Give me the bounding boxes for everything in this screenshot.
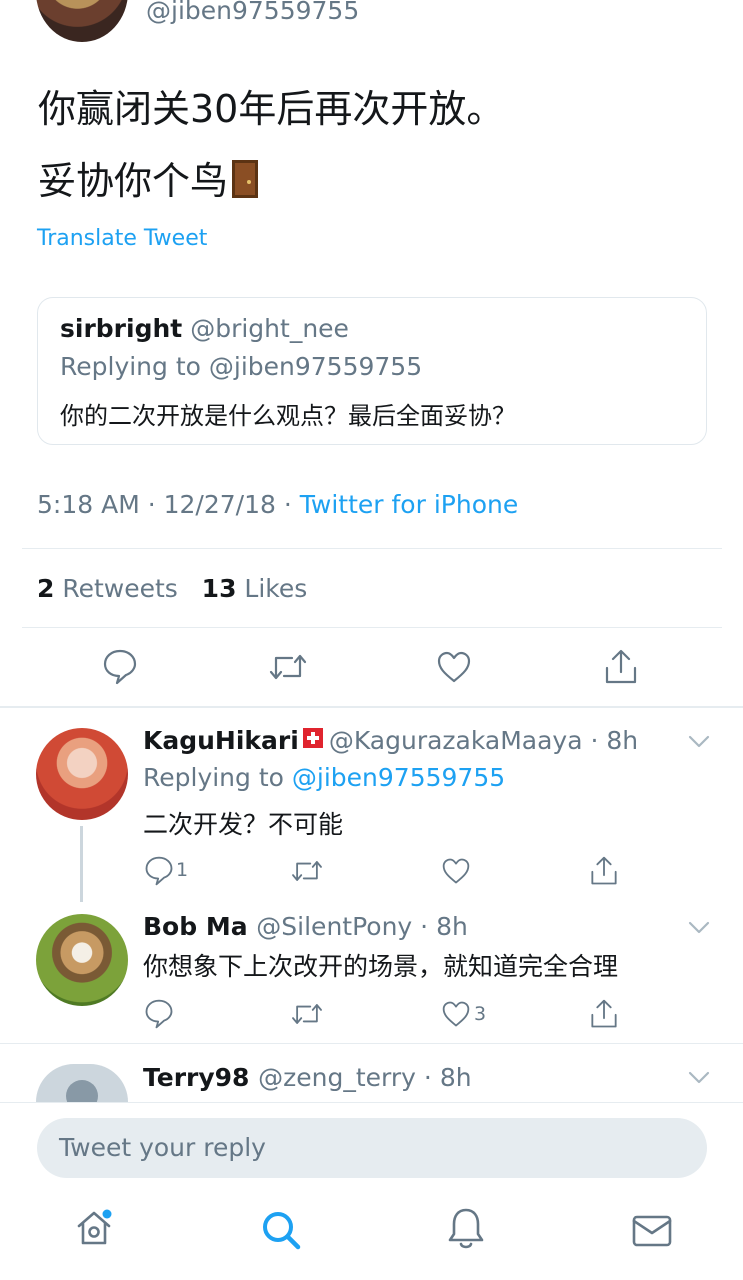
- reply-icon[interactable]: [102, 648, 138, 686]
- like-icon[interactable]: [441, 1000, 471, 1028]
- reply-time: 8h: [439, 1063, 472, 1092]
- author-handle[interactable]: @jiben97559755: [146, 0, 359, 25]
- reply-time: 8h: [606, 726, 639, 755]
- divider: [0, 1102, 743, 1103]
- notifications-icon[interactable]: [446, 1206, 486, 1252]
- divider: [22, 548, 722, 549]
- chevron-down-icon[interactable]: [688, 1071, 710, 1085]
- reply-author-name: Bob Ma: [143, 912, 248, 941]
- tweet-meta: 5:18 AM · 12/27/18 · Twitter for iPhone: [37, 490, 519, 519]
- retweets-label: Retweets: [62, 574, 178, 603]
- reply-count: 1: [176, 859, 189, 881]
- swiss-flag-icon: [302, 728, 323, 748]
- chevron-down-icon[interactable]: [688, 735, 710, 749]
- like-icon[interactable]: [441, 857, 471, 885]
- retweets-stat[interactable]: 2 Retweets: [37, 574, 178, 603]
- quoted-author: sirbright @bright_nee: [60, 314, 349, 343]
- author-avatar[interactable]: [36, 0, 128, 42]
- retweets-count: 2: [37, 574, 55, 603]
- reply-text: 你想象下上次改开的场景，就知道完全合理: [143, 952, 619, 981]
- like-icon[interactable]: [436, 650, 472, 684]
- replying-to-handle[interactable]: @jiben97559755: [292, 763, 505, 792]
- tweet-source-link[interactable]: Twitter for iPhone: [300, 490, 518, 519]
- quoted-tweet-card[interactable]: sirbright @bright_nee Replying to @jiben9…: [37, 297, 707, 445]
- tweet-date: 12/27/18: [163, 490, 276, 519]
- quoted-tweet-text: 你的二次开放是什么观点？最后全面妥协？: [60, 402, 516, 430]
- tweet-time: 5:18 AM: [37, 490, 140, 519]
- retweet-icon[interactable]: [290, 1000, 324, 1028]
- divider: [0, 1043, 743, 1044]
- door-emoji-icon: [232, 160, 259, 198]
- reply-author[interactable]: KaguHikari @KagurazakaMaaya · 8h: [143, 726, 638, 755]
- reply-author-handle: @SilentPony: [256, 912, 413, 941]
- tweet-text-line-2-text: 妥协你个鸟: [38, 159, 229, 203]
- chevron-down-icon[interactable]: [688, 921, 710, 935]
- reply-composer[interactable]: Tweet your reply: [37, 1118, 707, 1178]
- reply-author-handle: @KagurazakaMaaya: [328, 726, 583, 755]
- reply-avatar[interactable]: [36, 914, 128, 1006]
- like-count: 3: [474, 1003, 487, 1025]
- quoted-replying-to: Replying to @jiben97559755: [60, 352, 423, 381]
- reply-text: 二次开发？不可能: [143, 810, 344, 839]
- divider: [0, 706, 743, 708]
- thread-connector: [80, 826, 83, 902]
- reply-icon[interactable]: [144, 998, 174, 1030]
- reply-author[interactable]: Bob Ma @SilentPony · 8h: [143, 912, 468, 941]
- tweet-text-line-1: 你赢闭关30年后再次开放。: [38, 87, 505, 131]
- replying-to-label: Replying to: [143, 763, 284, 792]
- reply-author-handle: @zeng_terry: [258, 1063, 416, 1092]
- reply-avatar[interactable]: [36, 1064, 128, 1102]
- reply-icon[interactable]: [144, 855, 174, 887]
- reply-placeholder: Tweet your reply: [59, 1133, 266, 1162]
- home-icon[interactable]: [74, 1208, 114, 1248]
- likes-count: 13: [201, 574, 237, 603]
- retweet-icon[interactable]: [290, 857, 324, 885]
- reply-time: 8h: [436, 912, 468, 941]
- reply-avatar[interactable]: [36, 728, 128, 820]
- share-icon[interactable]: [589, 998, 619, 1030]
- reply-author[interactable]: Terry98 @zeng_terry · 8h: [143, 1063, 472, 1092]
- reply-author-name: KaguHikari: [143, 726, 299, 755]
- search-icon[interactable]: [259, 1208, 303, 1252]
- reply-author-name: Terry98: [143, 1063, 250, 1092]
- tweet-text-line-2: 妥协你个鸟: [38, 156, 259, 206]
- divider: [22, 627, 722, 628]
- messages-icon[interactable]: [631, 1214, 673, 1248]
- share-icon[interactable]: [603, 648, 639, 686]
- quoted-author-name: sirbright: [60, 314, 183, 343]
- share-icon[interactable]: [589, 855, 619, 887]
- engagement-stats: 2 Retweets 13 Likes: [37, 574, 307, 603]
- likes-stat[interactable]: 13 Likes: [202, 574, 308, 603]
- likes-label: Likes: [244, 574, 308, 603]
- quoted-author-handle: @bright_nee: [190, 314, 349, 343]
- reply-replying-to: Replying to @jiben97559755: [143, 763, 505, 792]
- retweet-icon[interactable]: [268, 650, 308, 684]
- translate-tweet-link[interactable]: Translate Tweet: [37, 226, 207, 251]
